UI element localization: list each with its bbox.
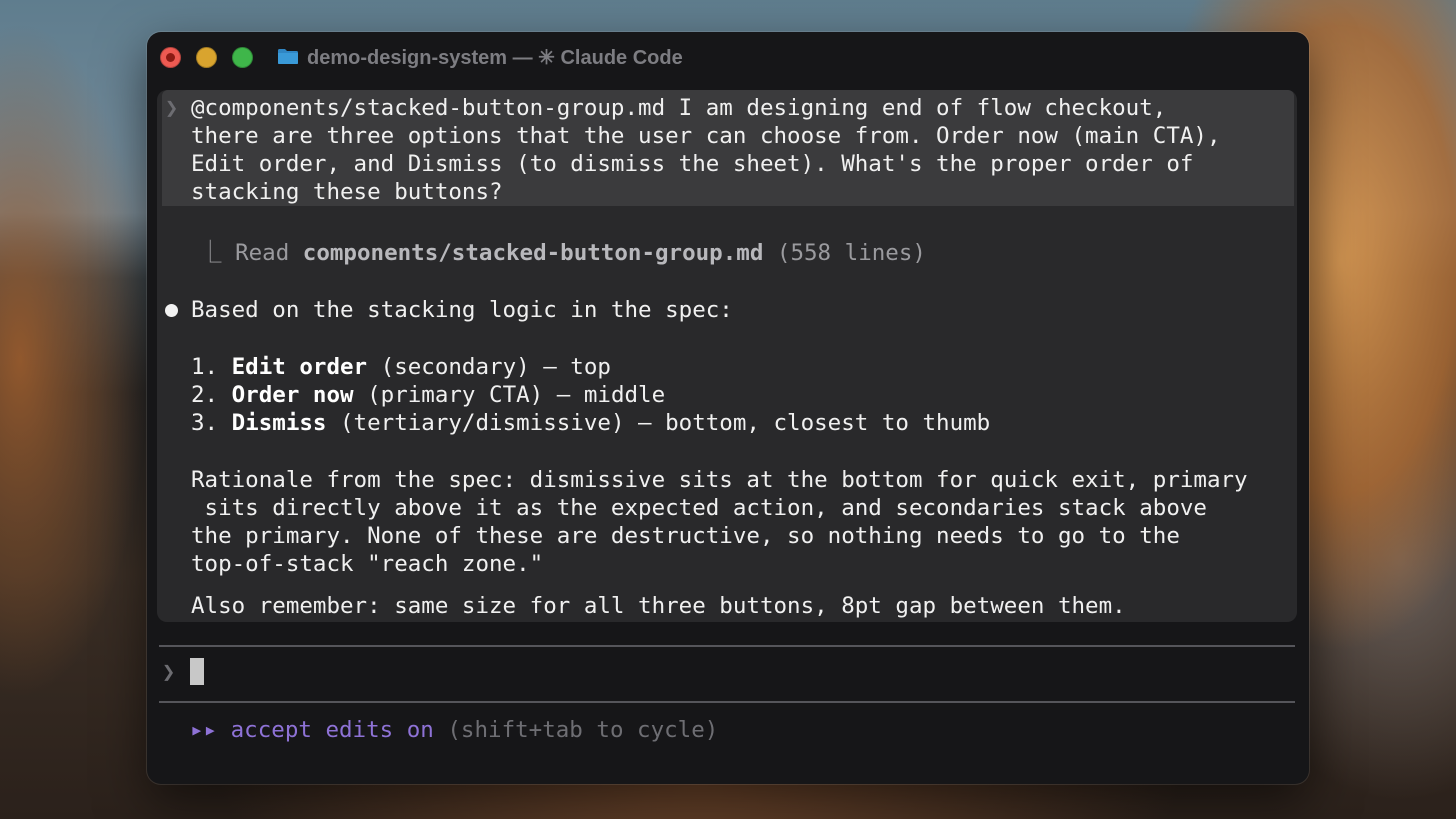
list-item-label: Order now (231, 382, 354, 408)
tool-call-detail: (558 lines) (776, 240, 926, 266)
rationale-line: sits directly above it as the expected a… (191, 495, 1207, 521)
response-bullet-icon (165, 304, 178, 317)
rationale-line: Rationale from the spec: dismissive sits… (191, 467, 1248, 493)
mode-label: accept edits on (230, 717, 434, 743)
mode-hint: (shift+tab to cycle) (447, 717, 719, 743)
user-message-line: there are three options that the user ca… (191, 123, 1221, 149)
list-item: 2. Order now (primary CTA) — middle (191, 382, 666, 408)
user-message-line: Edit order, and Dismiss (to dismiss the … (191, 151, 1194, 177)
rationale-line: top-of-stack "reach zone." (191, 551, 544, 577)
list-item: 3. Dismiss (tertiary/dismissive) — botto… (191, 410, 991, 436)
conversation-area: ❯ @components/stacked-button-group.md I … (157, 90, 1297, 622)
input-cursor[interactable] (190, 658, 204, 685)
input-divider-bottom (159, 701, 1295, 703)
prompt-chevron-icon: ❯ (165, 96, 179, 121)
rationale-line: the primary. None of these are destructi… (191, 523, 1180, 549)
terminal-window: demo-design-system — ✳ Claude Code ❯ @co… (147, 32, 1309, 784)
list-item-label: Dismiss (231, 410, 327, 436)
user-message: ❯ @components/stacked-button-group.md I … (162, 90, 1294, 206)
list-item: 1. Edit order (secondary) — top (191, 354, 611, 380)
mode-arrows-icon: ▸▸ (190, 717, 218, 743)
tool-call-file[interactable]: components/stacked-button-group.md (303, 240, 764, 266)
close-button[interactable] (160, 47, 181, 68)
tree-branch-icon: ⎿ (199, 240, 222, 266)
user-message-line: @components/stacked-button-group.md I am… (191, 95, 1167, 121)
tool-call-line: ⎿ Read components/stacked-button-group.m… (199, 239, 926, 267)
maximize-button[interactable] (232, 47, 253, 68)
tool-call-verb: Read (235, 240, 290, 266)
reminder-line: Also remember: same size for all three b… (191, 593, 1126, 619)
list-item-label: Edit order (231, 354, 368, 380)
folder-icon (278, 49, 298, 64)
minimize-button[interactable] (196, 47, 217, 68)
user-message-line: stacking these buttons? (191, 179, 503, 205)
mode-status[interactable]: ▸▸ accept edits on (shift+tab to cycle) (190, 717, 718, 743)
title-bar: demo-design-system — ✳ Claude Code (147, 32, 1309, 84)
input-chevron-icon: ❯ (162, 660, 176, 685)
response-intro: Based on the stacking logic in the spec: (191, 297, 733, 323)
input-divider-top (159, 645, 1295, 647)
window-title: demo-design-system — ✳ Claude Code (307, 47, 683, 69)
